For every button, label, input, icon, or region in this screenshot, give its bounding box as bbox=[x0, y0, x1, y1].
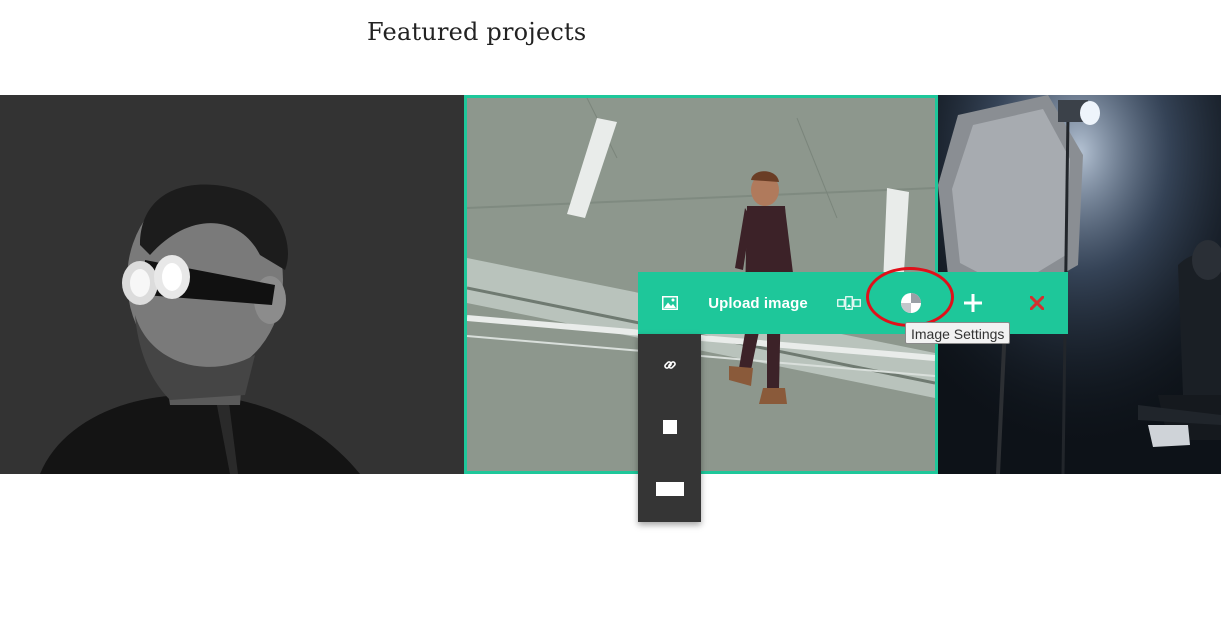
remove-button[interactable] bbox=[1008, 272, 1066, 334]
image-options-dropdown bbox=[638, 334, 701, 522]
square-shape-icon bbox=[662, 420, 677, 434]
close-icon bbox=[1030, 296, 1044, 310]
image-button[interactable] bbox=[638, 272, 702, 334]
image-settings-tooltip: Image Settings bbox=[905, 322, 1011, 344]
image-icon bbox=[662, 296, 678, 310]
square-shape-option[interactable] bbox=[638, 396, 701, 458]
add-icon bbox=[964, 294, 982, 312]
rectangle-shape-option[interactable] bbox=[638, 458, 701, 520]
gallery-image-1[interactable] bbox=[0, 95, 464, 474]
link-icon bbox=[663, 361, 676, 369]
section-title: Featured projects bbox=[367, 18, 587, 46]
gallery-icon bbox=[837, 296, 861, 310]
upload-image-button[interactable]: Upload image bbox=[702, 272, 814, 334]
portrait-photo bbox=[0, 95, 464, 474]
page: Featured projects Upload image Image Set… bbox=[0, 0, 1221, 628]
rectangle-shape-icon bbox=[655, 482, 684, 496]
gallery-button[interactable] bbox=[814, 272, 884, 334]
image-settings-icon bbox=[901, 293, 921, 313]
link-option[interactable] bbox=[638, 334, 701, 396]
